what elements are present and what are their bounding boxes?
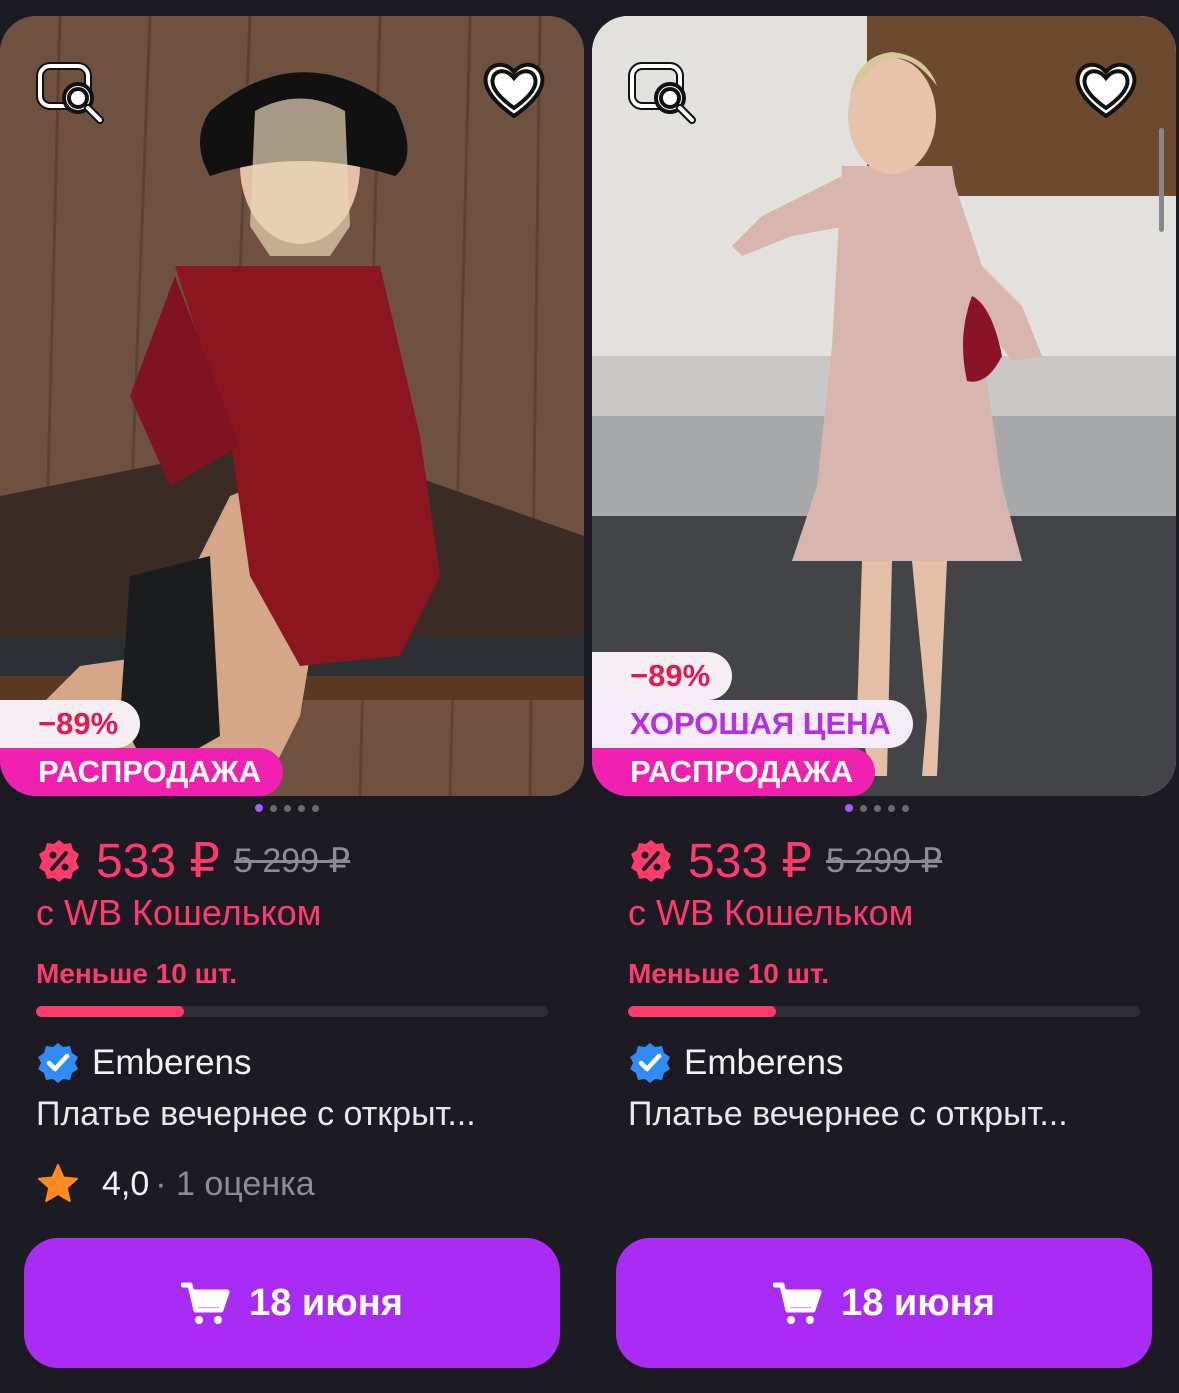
cart-icon: [181, 1282, 230, 1324]
cart-icon: [773, 1282, 822, 1324]
pagination-dot: [270, 804, 277, 812]
image-search-icon: [36, 62, 104, 124]
pagination-dot: [312, 804, 319, 812]
favorite-button[interactable]: [1070, 54, 1142, 126]
old-price: 5 299 ₽: [233, 842, 351, 880]
wallet-discount-icon: [39, 840, 79, 882]
image-search-button[interactable]: [34, 54, 106, 126]
rating-value: 4,0: [102, 1164, 150, 1203]
pagination-dot: [902, 804, 909, 812]
badges: −89% РАСПРОДАЖА: [0, 700, 284, 796]
pagination-dot-active: [255, 804, 263, 812]
delivery-date-label: 18 июня: [841, 1281, 995, 1324]
wallet-discount-icon: [631, 840, 671, 882]
pagination-dot: [284, 804, 291, 812]
delivery-date-label: 18 июня: [249, 1281, 403, 1324]
good-price-badge: ХОРОШАЯ ЦЕНА: [592, 700, 913, 748]
verified-badge-icon: [38, 1043, 78, 1083]
stock-bar: [36, 1006, 548, 1017]
product-card[interactable]: −89% ХОРОШАЯ ЦЕНА РАСПРОДАЖА 533 ₽ 5 299…: [592, 16, 1176, 1393]
pagination-dot-active: [845, 804, 853, 812]
sale-badge: РАСПРОДАЖА: [592, 748, 876, 796]
image-search-icon: [628, 62, 696, 124]
photo-pagination: [845, 802, 909, 814]
stock-text: Меньше 10 шт.: [628, 958, 830, 989]
rating-row: 4,0 · 1 оценка: [36, 1162, 556, 1206]
verified-badge-icon: [630, 1043, 670, 1083]
brand-row[interactable]: Emberens: [628, 1041, 1148, 1085]
heart-icon: [1075, 62, 1137, 119]
product-info: 533 ₽ 5 299 ₽ с WB Кошельком Меньше 10 ш…: [36, 835, 556, 1206]
pagination-dot: [888, 804, 895, 812]
product-info: 533 ₽ 5 299 ₽ с WB Кошельком Меньше 10 ш…: [628, 835, 1148, 1134]
pagination-dot: [874, 804, 881, 812]
add-to-cart-button[interactable]: 18 июня: [616, 1238, 1152, 1368]
price-row: 533 ₽ 5 299 ₽: [36, 835, 556, 888]
product-photo-illustration: [0, 16, 584, 796]
price: 533 ₽: [96, 835, 220, 888]
product-title[interactable]: Платье вечернее с открыт...: [628, 1095, 1148, 1134]
star-icon: [38, 1164, 78, 1202]
stock-bar: [628, 1006, 1140, 1017]
pagination-dot: [298, 804, 305, 812]
price: 533 ₽: [688, 835, 812, 888]
price-row: 533 ₽ 5 299 ₽: [628, 835, 1148, 888]
product-card[interactable]: −89% РАСПРОДАЖА 533 ₽ 5 299 ₽ с WB Кошел…: [0, 16, 584, 1393]
product-photo[interactable]: −89% РАСПРОДАЖА: [0, 16, 584, 796]
add-to-cart-button[interactable]: 18 июня: [24, 1238, 560, 1368]
brand-row[interactable]: Emberens: [36, 1041, 556, 1085]
badges: −89% ХОРОШАЯ ЦЕНА РАСПРОДАЖА: [592, 652, 913, 796]
stock-bar-fill: [36, 1006, 185, 1017]
pagination-dot: [860, 804, 867, 812]
favorite-button[interactable]: [478, 54, 550, 126]
scrollbar[interactable]: [1159, 128, 1164, 232]
brand-name: Emberens: [684, 1043, 844, 1082]
heart-icon: [483, 62, 545, 119]
product-title[interactable]: Платье вечернее с открыт...: [36, 1095, 556, 1134]
brand-name: Emberens: [92, 1043, 252, 1082]
product-photo[interactable]: −89% ХОРОШАЯ ЦЕНА РАСПРОДАЖА: [592, 16, 1176, 796]
discount-badge: −89%: [0, 700, 141, 748]
photo-pagination: [255, 802, 319, 814]
stock-text: Меньше 10 шт.: [36, 958, 238, 989]
wallet-price-note: с WB Кошельком: [36, 892, 322, 933]
wallet-price-note: с WB Кошельком: [628, 892, 914, 933]
discount-badge: −89%: [592, 652, 733, 700]
old-price: 5 299 ₽: [825, 842, 943, 880]
sale-badge: РАСПРОДАЖА: [0, 748, 284, 796]
stock-bar-fill: [628, 1006, 777, 1017]
reviews-count: · 1 оценка: [155, 1164, 315, 1203]
image-search-button[interactable]: [626, 54, 698, 126]
